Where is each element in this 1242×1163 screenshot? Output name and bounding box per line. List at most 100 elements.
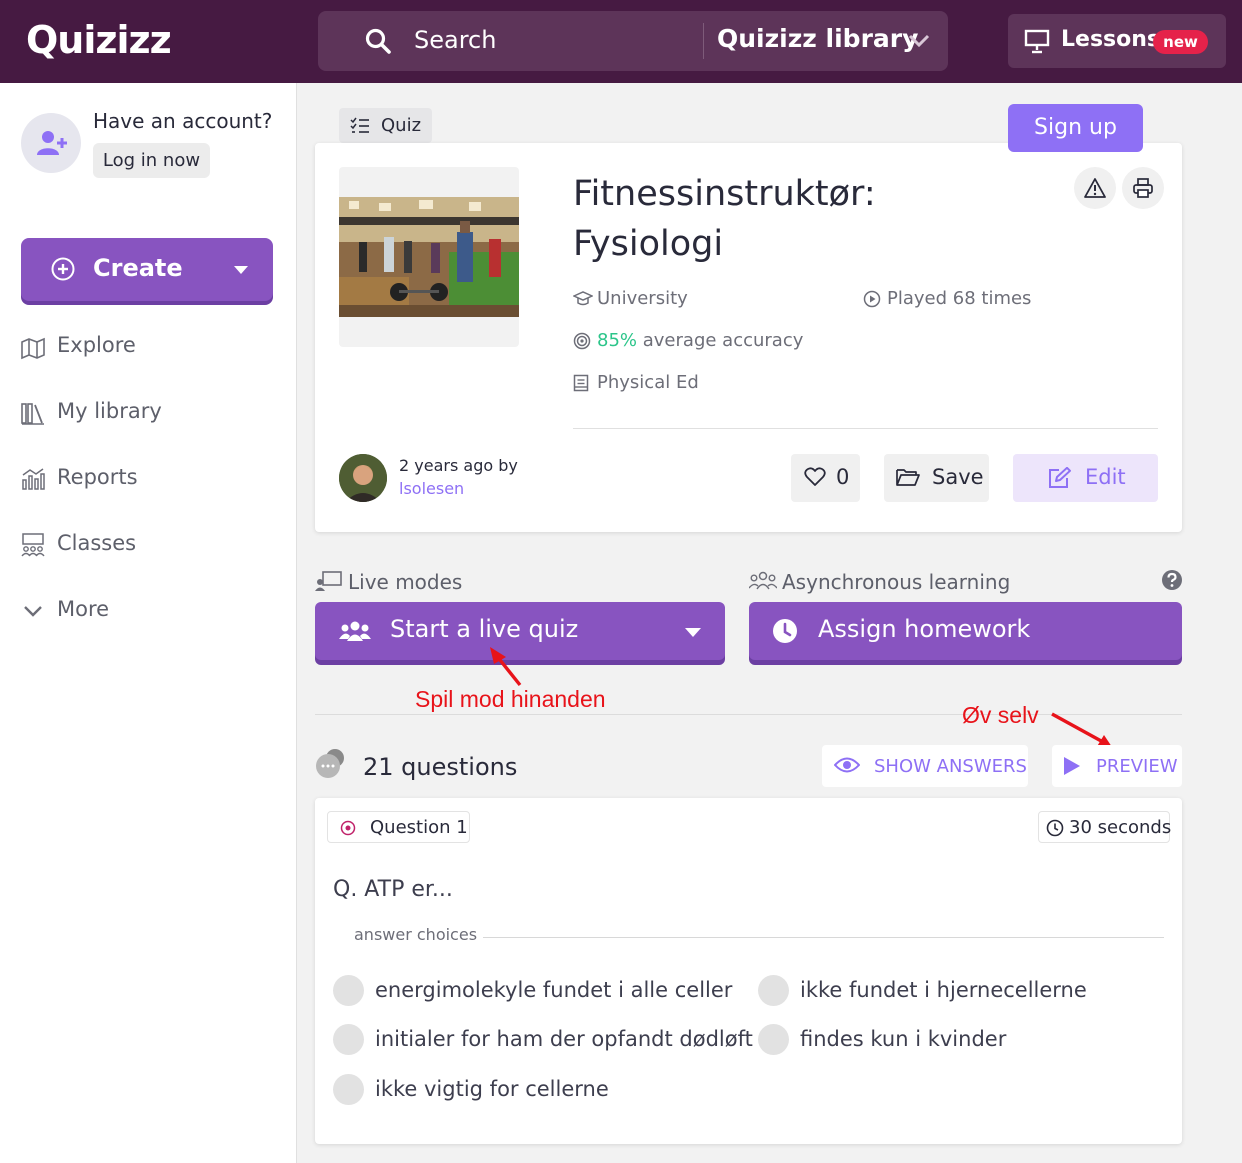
choice-text: ikke vigtig for cellerne	[375, 1077, 609, 1101]
question-bubbles-icon	[316, 749, 344, 778]
choice-dot	[333, 1074, 364, 1105]
choice-text: energimolekyle fundet i alle celler	[375, 978, 733, 1002]
answer-choices-label: answer choices	[333, 925, 484, 944]
start-live-quiz-label: Start a live quiz	[390, 615, 579, 643]
clock-icon	[773, 619, 797, 643]
annotation-arrow-live	[490, 647, 522, 687]
async-label: Asynchronous learning	[782, 570, 1011, 594]
show-answers-button[interactable]: SHOW ANSWERS	[822, 745, 1028, 787]
questions-count: 21 questions	[363, 753, 518, 781]
guest-avatar	[21, 113, 81, 173]
accuracy-text: 85% average accuracy	[597, 330, 803, 351]
annotation-preview: Øv selv	[962, 702, 1039, 728]
presentation-icon	[1024, 29, 1050, 54]
chevron-down-icon[interactable]	[907, 31, 931, 51]
choice-dot	[333, 975, 364, 1006]
account-question: Have an account?	[93, 109, 273, 133]
quiz-overview-card: Fitnessinstruktør: Fysiologi University …	[315, 143, 1182, 532]
question-text: Q. ATP er...	[333, 877, 453, 902]
print-button[interactable]	[1122, 167, 1164, 209]
author-avatar[interactable]	[339, 454, 387, 502]
chevron-down-icon	[24, 606, 42, 617]
printer-icon	[1133, 178, 1153, 198]
save-button[interactable]: Save	[884, 454, 989, 502]
choice-dot	[758, 1024, 789, 1055]
quiz-title-line: Fysiologi	[573, 224, 724, 264]
live-modes-label: Live modes	[348, 570, 463, 594]
classes-icon	[21, 533, 45, 557]
caret-down-icon[interactable]	[685, 627, 701, 638]
quiz-thumbnail-image	[339, 197, 519, 317]
author-link[interactable]: lsolesen	[399, 479, 464, 498]
caret-down-icon[interactable]	[234, 265, 248, 275]
assign-homework-button[interactable]: Assign homework	[749, 602, 1182, 660]
play-circle-icon	[863, 290, 881, 308]
assign-homework-label: Assign homework	[818, 615, 1031, 643]
quiz-title: Fitnessinstruktør: Fysiologi	[573, 169, 1043, 269]
accuracy-label: average accuracy	[642, 330, 804, 351]
library-icon	[21, 403, 44, 425]
quiz-type-tag: Quiz	[339, 108, 432, 143]
question-time: 30 seconds	[1069, 817, 1172, 838]
search-bar[interactable]: Search Quizizz library	[318, 11, 948, 71]
search-divider	[703, 23, 704, 59]
card-divider	[573, 428, 1158, 429]
quizizz-logo[interactable]: Quizizz	[26, 18, 172, 62]
clock-icon	[1046, 819, 1064, 837]
sidebar: Have an account? Log in now Create Explo…	[0, 83, 297, 1163]
choice-dot	[333, 1024, 364, 1055]
users-icon	[339, 621, 371, 641]
sidebar-item-label: Reports	[57, 465, 138, 489]
show-answers-label: SHOW ANSWERS	[874, 756, 1027, 777]
warning-icon	[1084, 178, 1106, 198]
add-user-icon	[37, 131, 67, 155]
plus-circle-icon	[51, 257, 75, 281]
choice-text: initialer for ham der opfandt dødløft	[375, 1027, 753, 1051]
library-select[interactable]: Quizizz library	[717, 24, 918, 53]
choice-text: ikke fundet i hjernecellerne	[800, 978, 1087, 1002]
reports-icon	[22, 468, 45, 490]
top-bar: Quizizz Search Quizizz library Lessons n…	[0, 0, 1242, 83]
question-number-chip: Question 1	[327, 811, 470, 843]
preview-button[interactable]: PREVIEW	[1052, 745, 1182, 787]
search-icon	[365, 28, 391, 54]
played-label: Played 68 times	[887, 288, 1032, 309]
book-icon	[573, 374, 589, 392]
sidebar-item-label: More	[57, 597, 110, 621]
new-badge: new	[1153, 30, 1208, 54]
create-button[interactable]: Create	[21, 238, 273, 301]
like-button[interactable]: 0	[791, 454, 860, 502]
report-button[interactable]	[1074, 167, 1116, 209]
grade-label: University	[597, 288, 688, 309]
live-presentation-icon	[315, 571, 342, 591]
graduation-cap-icon	[573, 291, 593, 306]
list-check-icon	[350, 117, 369, 133]
lessons-label: Lessons	[1061, 27, 1160, 52]
play-icon	[1064, 757, 1080, 775]
annotation-live: Spil mod hinanden	[415, 686, 606, 712]
choice-dot	[758, 975, 789, 1006]
help-icon[interactable]	[1161, 569, 1183, 591]
question-card: Question 1 30 seconds Q. ATP er... answe…	[315, 798, 1182, 1144]
subject-label: Physical Ed	[597, 372, 699, 393]
question-number: Question 1	[370, 817, 468, 838]
search-input[interactable]: Search	[414, 26, 496, 54]
preview-label: PREVIEW	[1096, 756, 1178, 777]
lessons-button[interactable]: Lessons new	[1008, 14, 1226, 68]
choice-text: findes kun i kvinder	[800, 1027, 1007, 1051]
edit-icon	[1049, 467, 1071, 488]
eye-icon	[834, 757, 860, 773]
target-icon	[573, 332, 591, 350]
heart-icon	[804, 467, 826, 486]
sidebar-item-label: Explore	[57, 333, 136, 357]
like-count: 0	[836, 465, 850, 489]
folder-icon	[896, 469, 920, 486]
author-time: 2 years ago by	[399, 456, 518, 475]
edit-button[interactable]: Edit	[1013, 454, 1158, 502]
create-label: Create	[93, 254, 183, 282]
sidebar-item-label: My library	[57, 399, 162, 423]
signup-button[interactable]: Sign up	[1008, 104, 1143, 152]
radio-target-icon	[340, 820, 356, 836]
login-button[interactable]: Log in now	[93, 143, 210, 178]
edit-label: Edit	[1085, 465, 1126, 489]
